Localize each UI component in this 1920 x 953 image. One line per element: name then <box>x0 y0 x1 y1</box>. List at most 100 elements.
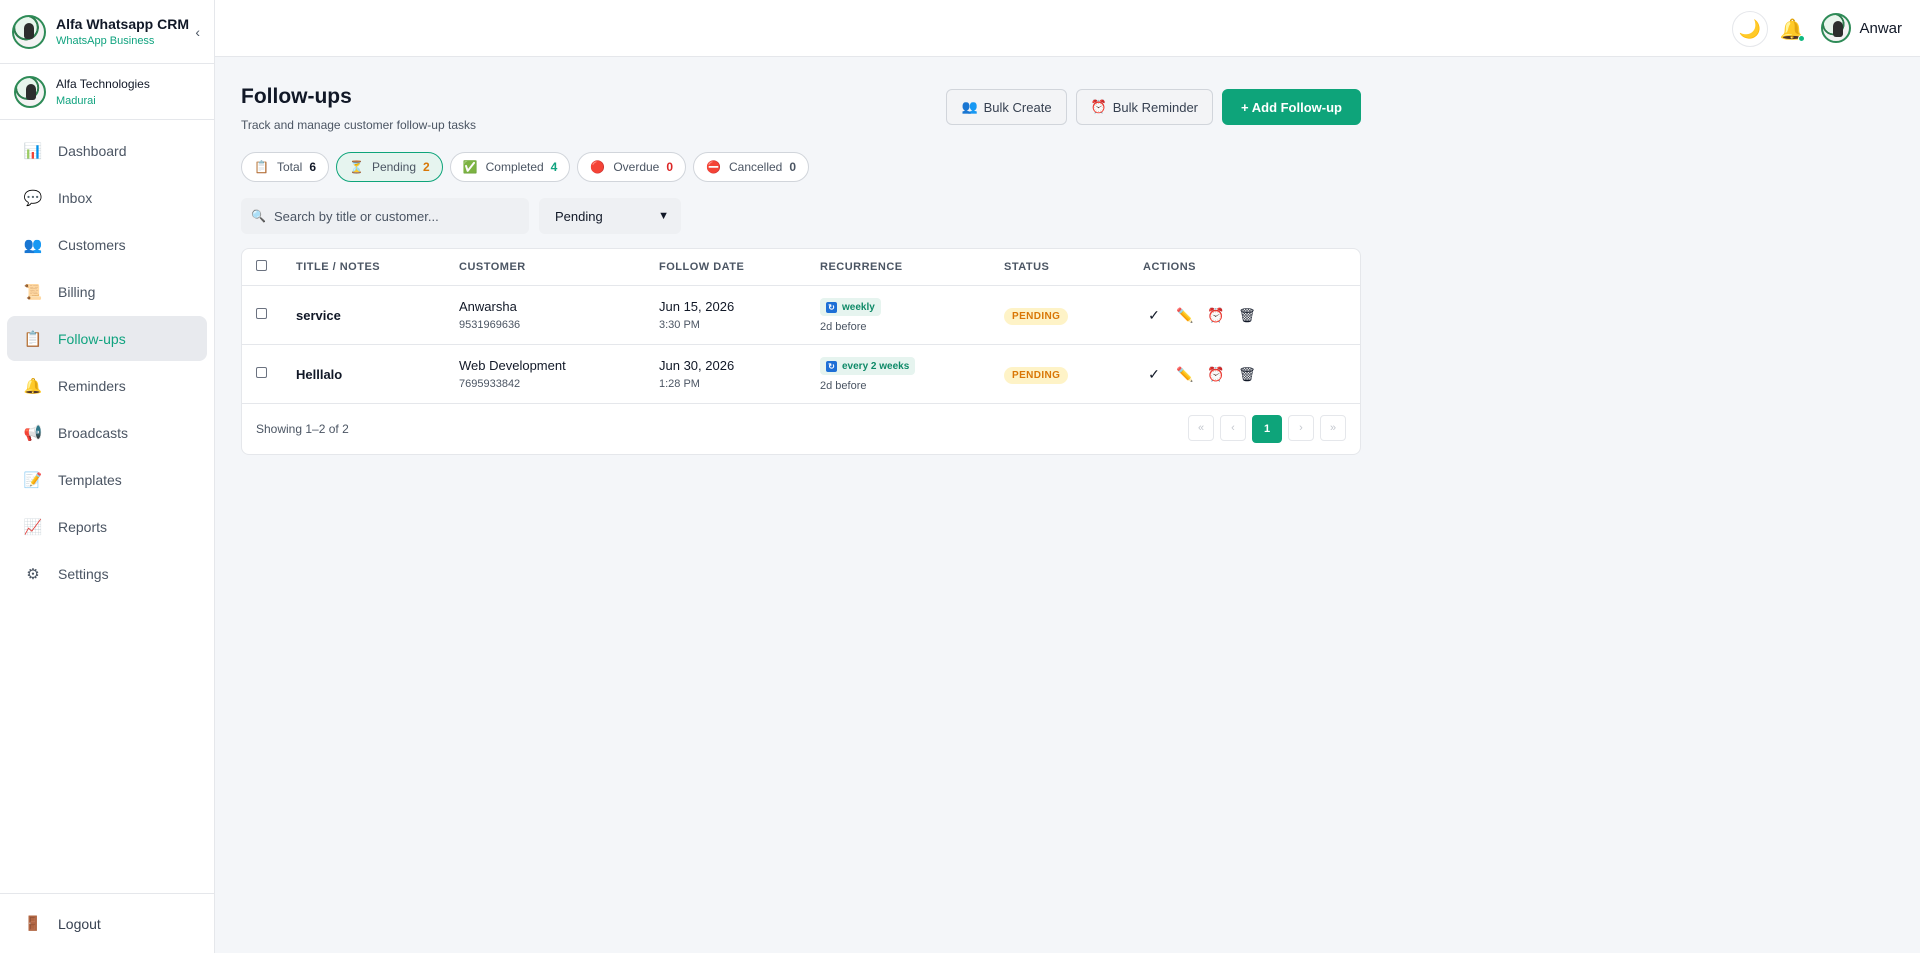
clipboard-icon: 📋 <box>23 330 43 348</box>
complete-check-icon[interactable]: ✓ <box>1143 363 1165 385</box>
column-header: CUSTOMER <box>459 261 526 273</box>
trash-icon[interactable]: 🗑 <box>1236 363 1258 385</box>
chevron-down-icon: ▼ <box>658 210 669 222</box>
sidebar-item-templates[interactable]: 📝 Templates <box>7 457 207 502</box>
collapse-sidebar-icon[interactable]: ‹ <box>195 24 200 40</box>
status-filter-select[interactable]: Pending ▼ <box>539 198 681 234</box>
column-header: STATUS <box>1004 261 1050 273</box>
add-follow-up-button[interactable]: + Add Follow-up <box>1222 89 1361 125</box>
first-page-button[interactable]: « <box>1188 415 1214 441</box>
chat-icon: 💬 <box>23 189 43 207</box>
last-page-button[interactable]: » <box>1320 415 1346 441</box>
brand-header: Alfa Whatsapp CRM WhatsApp Business ‹ <box>0 0 214 64</box>
chip-completed[interactable]: ✅ Completed 4 <box>449 152 571 182</box>
chip-cancelled[interactable]: ⛔ Cancelled 0 <box>693 152 810 182</box>
sidebar-item-label: Templates <box>58 471 122 488</box>
search-input[interactable] <box>273 208 514 224</box>
recurrence-label: every 2 weeks <box>842 360 910 372</box>
row-time: 1:28 PM <box>659 378 700 390</box>
add-follow-up-label: + Add Follow-up <box>1241 99 1342 115</box>
chip-label: Total <box>276 160 303 174</box>
follow-ups-table: TITLE / NOTES CUSTOMER FOLLOW DATE RECUR… <box>241 248 1361 455</box>
recurrence-badge: ↻ every 2 weeks <box>820 357 916 376</box>
complete-check-icon[interactable]: ✓ <box>1143 304 1165 326</box>
scroll-icon: 📜 <box>23 283 43 301</box>
chart-icon: 📊 <box>23 142 43 160</box>
logout-button[interactable]: 🚪 Logout <box>0 893 214 953</box>
bulk-reminder-label: Bulk Reminder <box>1112 99 1199 115</box>
edit-pencil-icon[interactable]: ✏️ <box>1174 363 1196 385</box>
sidebar-item-label: Broadcasts <box>58 424 129 441</box>
logout-label: Logout <box>58 915 101 932</box>
notification-dot <box>1798 35 1805 42</box>
no-entry-icon: ⛔ <box>706 160 721 174</box>
sidebar-item-dashboard[interactable]: 📊 Dashboard <box>7 128 207 173</box>
recurrence-badge: ↻ weekly <box>820 298 881 317</box>
clipboard-icon: 📋 <box>254 160 269 174</box>
company-avatar <box>14 75 46 108</box>
reminder-offset: 2d before <box>820 380 867 393</box>
brand-logo <box>12 14 46 49</box>
alarm-clock-icon[interactable]: ⏰ <box>1205 363 1227 385</box>
header-actions: 👥 Bulk Create ⏰ Bulk Reminder + Add Foll… <box>937 89 1361 125</box>
sidebar-item-label: Billing <box>58 283 96 300</box>
bulk-create-button[interactable]: 👥 Bulk Create <box>946 89 1067 125</box>
row-time: 3:30 PM <box>659 319 700 331</box>
row-title: service <box>296 307 341 323</box>
table-footer: Showing 1–2 of 2 « ‹ 1 › » <box>242 404 1360 454</box>
select-all-checkbox[interactable] <box>256 260 267 271</box>
recurrence-label: weekly <box>842 301 875 313</box>
sidebar-item-label: Reports <box>58 518 108 535</box>
row-checkbox[interactable] <box>256 308 267 319</box>
row-date: Jun 30, 2026 <box>659 358 735 373</box>
chip-label: Cancelled <box>728 160 783 174</box>
trend-icon: 📈 <box>23 518 43 536</box>
alarm-clock-icon[interactable]: ⏰ <box>1205 304 1227 326</box>
sidebar-item-reports[interactable]: 📈 Reports <box>7 504 207 549</box>
row-checkbox[interactable] <box>256 367 267 378</box>
sidebar-item-billing[interactable]: 📜 Billing <box>7 269 207 314</box>
chip-overdue[interactable]: 🔴 Overdue 0 <box>577 152 687 182</box>
sidebar-item-label: Customers <box>58 236 126 253</box>
reminder-offset: 2d before <box>820 321 867 334</box>
bulk-reminder-button[interactable]: ⏰ Bulk Reminder <box>1075 89 1214 125</box>
check-box-icon: ✅ <box>462 160 478 174</box>
sidebar-item-follow-ups[interactable]: 📋 Follow-ups <box>7 316 207 361</box>
bell-icon: 🔔 <box>23 377 43 395</box>
brand-subtitle: WhatsApp Business <box>56 35 155 47</box>
theme-toggle-button[interactable]: 🌙 <box>1732 11 1768 47</box>
users-icon: 👥 <box>961 99 978 114</box>
row-customer: Web Development <box>459 358 566 373</box>
next-page-button[interactable]: › <box>1288 415 1314 441</box>
company-switcher[interactable]: Alfa Technologies Madurai <box>0 64 214 120</box>
sidebar-item-settings[interactable]: ⚙ Settings <box>7 551 207 596</box>
row-phone: 9531969636 <box>459 319 521 331</box>
prev-page-button[interactable]: ‹ <box>1220 415 1246 441</box>
edit-pencil-icon[interactable]: ✏️ <box>1174 304 1196 326</box>
notifications-button[interactable]: 🔔 <box>1778 15 1806 43</box>
chip-pending[interactable]: ⏳ Pending 2 <box>336 152 443 182</box>
row-date: Jun 15, 2026 <box>659 299 735 314</box>
chip-count: 0 <box>666 160 674 174</box>
page-button-current[interactable]: 1 <box>1252 415 1282 443</box>
sidebar-item-label: Follow-ups <box>58 330 126 347</box>
trash-icon[interactable]: 🗑 <box>1236 304 1258 326</box>
repeat-icon: ↻ <box>826 301 837 313</box>
sidebar-item-label: Reminders <box>58 377 126 394</box>
filters-bar: 🔍 Pending ▼ <box>241 198 1361 234</box>
users-icon: 👥 <box>23 236 43 254</box>
sidebar-item-customers[interactable]: 👥 Customers <box>7 222 207 267</box>
user-menu[interactable]: Anwar <box>1821 13 1902 43</box>
row-title: Helllalo <box>296 366 343 382</box>
chip-count: 0 <box>789 160 797 174</box>
sidebar-item-broadcasts[interactable]: 📢 Broadcasts <box>7 410 207 455</box>
sidebar-item-reminders[interactable]: 🔔 Reminders <box>7 363 207 408</box>
search-box: 🔍 <box>241 198 529 234</box>
chip-total[interactable]: 📋 Total 6 <box>241 152 329 182</box>
status-chips: 📋 Total 6 ⏳ Pending 2 ✅ Completed 4 🔴 Ov… <box>241 152 1361 182</box>
hourglass-icon: ⏳ <box>349 160 364 174</box>
sidebar-nav: 📊 Dashboard 💬 Inbox 👥 Customers 📜 Billin… <box>0 120 214 596</box>
sidebar-item-label: Settings <box>58 565 109 582</box>
sidebar-item-inbox[interactable]: 💬 Inbox <box>7 175 207 220</box>
table-row: Helllalo Web Development 7695933842 Jun … <box>242 345 1360 404</box>
